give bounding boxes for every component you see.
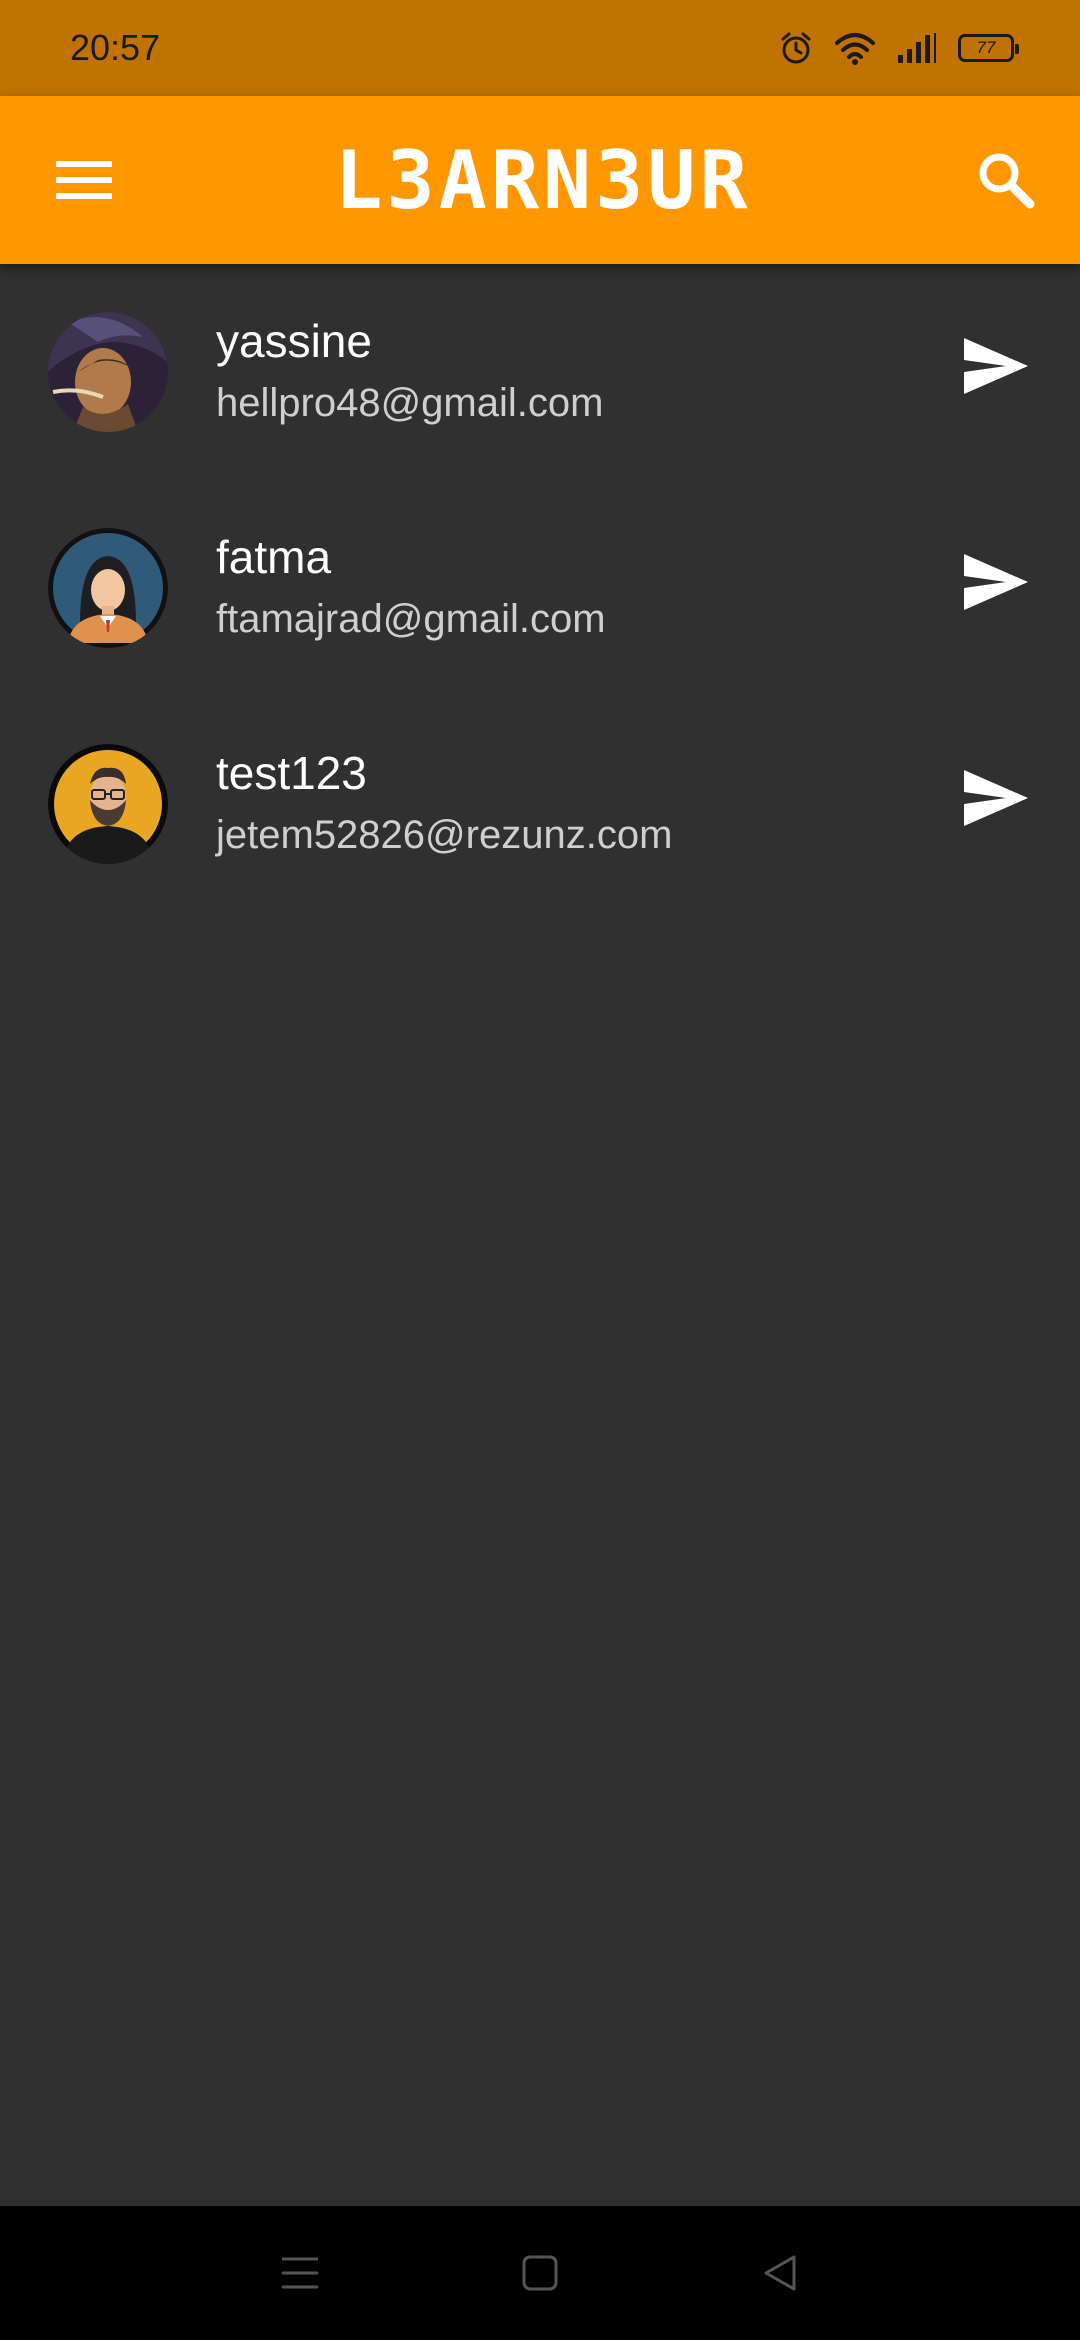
bearded-man-avatar: [48, 744, 168, 864]
back-icon[interactable]: [760, 2253, 800, 2293]
status-icons: 77: [778, 30, 1019, 66]
recent-apps-icon[interactable]: [280, 2253, 320, 2293]
user-email: hellpro48@gmail.com: [216, 381, 604, 425]
user-list: yassine hellpro48@gmail.com fatma ftamaj…: [0, 264, 1080, 912]
app-title: L3ARN3UR: [334, 133, 752, 227]
user-name: test123: [216, 747, 367, 799]
app-bar: L3ARN3UR: [0, 96, 1080, 264]
send-icon[interactable]: [962, 768, 1030, 828]
user-name: fatma: [216, 531, 332, 583]
battery-icon: 77: [958, 34, 1019, 62]
woman-avatar: [48, 528, 168, 648]
signal-icon: [898, 33, 936, 63]
user-name: yassine: [216, 315, 372, 367]
list-item[interactable]: test123 jetem52826@rezunz.com: [0, 696, 1080, 912]
search-icon[interactable]: [974, 148, 1038, 212]
navigation-bar: [0, 2206, 1080, 2340]
user-email: ftamajrad@gmail.com: [216, 597, 606, 641]
alarm-icon: [781, 32, 811, 64]
list-item[interactable]: yassine hellpro48@gmail.com: [0, 264, 1080, 480]
send-icon[interactable]: [962, 552, 1030, 612]
user-email: jetem52826@rezunz.com: [216, 813, 673, 857]
battery-level: 77: [976, 38, 996, 57]
hamburger-menu-icon[interactable]: [56, 152, 112, 208]
status-time: 20:57: [70, 27, 161, 68]
list-item[interactable]: fatma ftamajrad@gmail.com: [0, 480, 1080, 696]
wifi-icon: [835, 33, 875, 65]
status-bar: 20:57 77: [0, 0, 1080, 96]
home-icon[interactable]: [520, 2253, 560, 2293]
send-icon[interactable]: [962, 336, 1030, 396]
warrior-avatar: [48, 312, 168, 432]
